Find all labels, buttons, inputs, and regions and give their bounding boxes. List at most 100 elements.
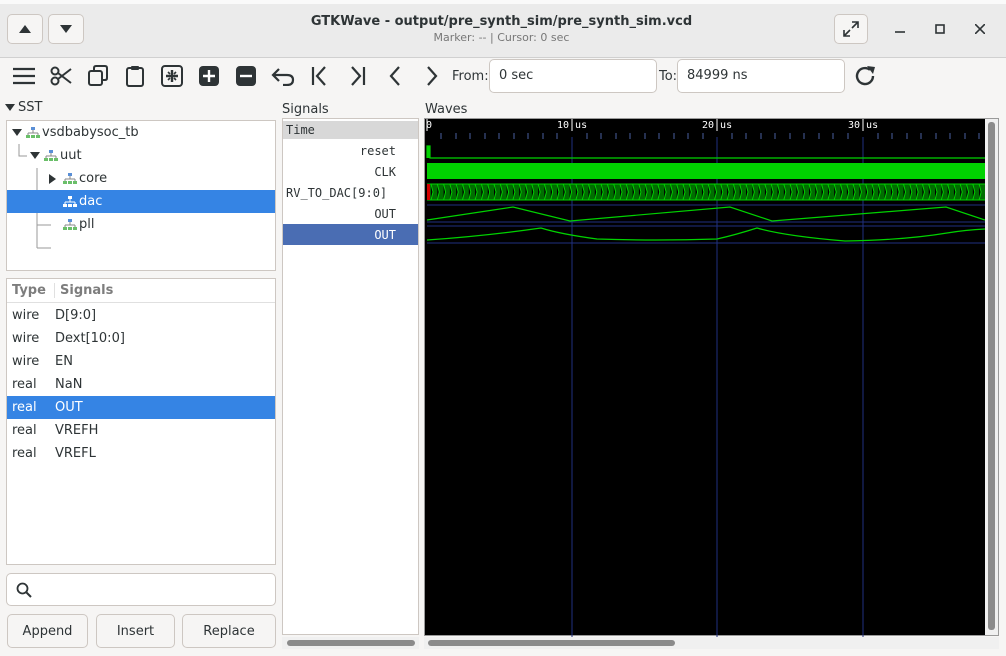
- scrollbar-thumb[interactable]: [287, 640, 415, 646]
- window-subtitle: Marker: -- | Cursor: 0 sec: [433, 31, 570, 44]
- next-icon[interactable]: [418, 62, 446, 90]
- out2-trace: [426, 227, 985, 242]
- sst-tree: vsdbabysoc_tb uut core dac pll: [6, 120, 276, 271]
- tree-label: pll: [79, 217, 95, 232]
- signal-name: VREFH: [55, 423, 99, 438]
- bus-x-marker: [427, 184, 430, 200]
- undo-icon[interactable]: [269, 62, 297, 90]
- signal-row[interactable]: wire EN: [7, 350, 275, 373]
- signals-pane: Time reset CLK RV_TO_DAC[9:0] OUT OUT: [282, 118, 419, 635]
- maximize-icon: [935, 24, 945, 34]
- reset-pulse: [427, 146, 430, 158]
- zoom-in-icon[interactable]: [195, 62, 223, 90]
- jump-end-icon[interactable]: [343, 62, 371, 90]
- maximize-button[interactable]: [928, 17, 952, 41]
- close-icon: [975, 24, 985, 34]
- tree-label: dac: [79, 194, 103, 209]
- signal-row-selected[interactable]: real OUT: [7, 396, 275, 419]
- triangle-down-icon: [60, 25, 72, 33]
- zoom-out-icon[interactable]: [232, 62, 260, 90]
- signal-name: EN: [55, 354, 73, 369]
- append-button[interactable]: Append: [7, 614, 88, 648]
- signal-row[interactable]: real VREFH: [7, 419, 275, 442]
- signal-name: NaN: [55, 377, 83, 392]
- signal-type-list: Type Signals wire D[9:0] wire Dext[10:0] w…: [6, 278, 276, 565]
- sst-header[interactable]: SST: [5, 100, 42, 115]
- scroll-down-button[interactable]: [48, 14, 84, 44]
- signal-row[interactable]: real VREFL: [7, 442, 275, 465]
- scrollbar-thumb[interactable]: [428, 640, 675, 646]
- tree-label: uut: [60, 148, 82, 163]
- scrollbar-thumb[interactable]: [988, 122, 995, 630]
- menu-icon[interactable]: [10, 62, 38, 90]
- signal-row[interactable]: wire Dext[10:0]: [7, 327, 275, 350]
- paste-icon[interactable]: [121, 62, 149, 90]
- waves-hscroll[interactable]: [424, 637, 999, 649]
- module-icon: [63, 218, 77, 230]
- signal-row[interactable]: real NaN: [7, 373, 275, 396]
- signal-name-row[interactable]: reset: [283, 140, 418, 161]
- signal-name-row[interactable]: RV_TO_DAC[9:0]: [283, 182, 418, 203]
- minimize-button[interactable]: [888, 17, 912, 41]
- reset-trace: [426, 145, 985, 159]
- reload-icon[interactable]: [851, 62, 879, 90]
- signals-pane-header: Signals: [282, 102, 329, 117]
- module-icon: [63, 195, 77, 207]
- signal-type: wire: [12, 308, 40, 323]
- waves-canvas[interactable]: 0 10 us 20 us 30 us: [424, 118, 999, 637]
- expander-down-icon: [12, 128, 22, 136]
- jump-start-icon[interactable]: [306, 62, 334, 90]
- tick-label: 20 us: [702, 120, 732, 131]
- signal-type: real: [12, 423, 37, 438]
- bus-trace-fill: [427, 184, 985, 200]
- signal-name-row[interactable]: OUT: [283, 203, 418, 224]
- out-trace: [426, 206, 985, 222]
- tree-item-pll[interactable]: pll: [7, 213, 275, 236]
- search-icon: [16, 582, 32, 598]
- waves-pane-header: Waves: [425, 102, 468, 117]
- signals-hscroll[interactable]: [282, 637, 419, 649]
- tick-label: 0: [426, 120, 432, 131]
- waves-vscroll[interactable]: [985, 119, 998, 635]
- zoom-fit-icon[interactable]: [158, 62, 186, 90]
- search-field[interactable]: [6, 573, 276, 606]
- scroll-up-button[interactable]: [7, 14, 43, 44]
- signal-row[interactable]: wire D[9:0]: [7, 304, 275, 327]
- close-button[interactable]: [968, 17, 992, 41]
- copy-icon[interactable]: [84, 62, 112, 90]
- tick-label: 30 us: [848, 120, 878, 131]
- window-title: GTKWave - output/pre_synth_sim/pre_synth…: [310, 14, 693, 29]
- signal-name: Dext[10:0]: [55, 331, 125, 346]
- tick-label: 10 us: [557, 120, 587, 131]
- from-input[interactable]: 0 sec: [489, 59, 657, 93]
- waveform-svg: 0 10 us 20 us 30 us: [426, 119, 985, 637]
- signal-type: wire: [12, 354, 40, 369]
- type-column-header[interactable]: Type: [7, 283, 55, 298]
- tree-item-dac[interactable]: dac: [7, 190, 275, 213]
- signal-name: OUT: [55, 400, 83, 415]
- signal-rows: wire D[9:0] wire Dext[10:0] wire EN real NaN…: [7, 304, 275, 465]
- triangle-up-icon: [19, 25, 31, 33]
- tree-item-uut[interactable]: uut: [7, 144, 275, 167]
- replace-button[interactable]: Replace: [182, 614, 276, 648]
- minimize-icon: [895, 31, 905, 33]
- insert-button[interactable]: Insert: [96, 614, 175, 648]
- signal-name-row[interactable]: CLK: [283, 161, 418, 182]
- to-input[interactable]: 84999 ns: [677, 59, 845, 93]
- signals-column-header[interactable]: Signals: [55, 283, 113, 298]
- list-header: Type Signals: [7, 279, 275, 303]
- cut-icon[interactable]: [47, 62, 75, 90]
- tree-item-vsdbabysoc-tb[interactable]: vsdbabysoc_tb: [7, 121, 275, 144]
- sst-label: SST: [18, 100, 43, 115]
- tree-item-core[interactable]: core: [7, 167, 275, 190]
- ruler-minor-ticks: [440, 133, 980, 139]
- previous-icon[interactable]: [381, 62, 409, 90]
- from-label: From:: [452, 69, 489, 84]
- time-row: Time: [283, 121, 418, 139]
- top-strip: [0, 0, 1006, 4]
- tree-label: core: [79, 171, 108, 186]
- fullscreen-button[interactable]: [834, 14, 868, 44]
- signal-name-row-selected[interactable]: OUT: [283, 224, 418, 245]
- signal-type: wire: [12, 331, 40, 346]
- signal-name: D[9:0]: [55, 308, 97, 323]
